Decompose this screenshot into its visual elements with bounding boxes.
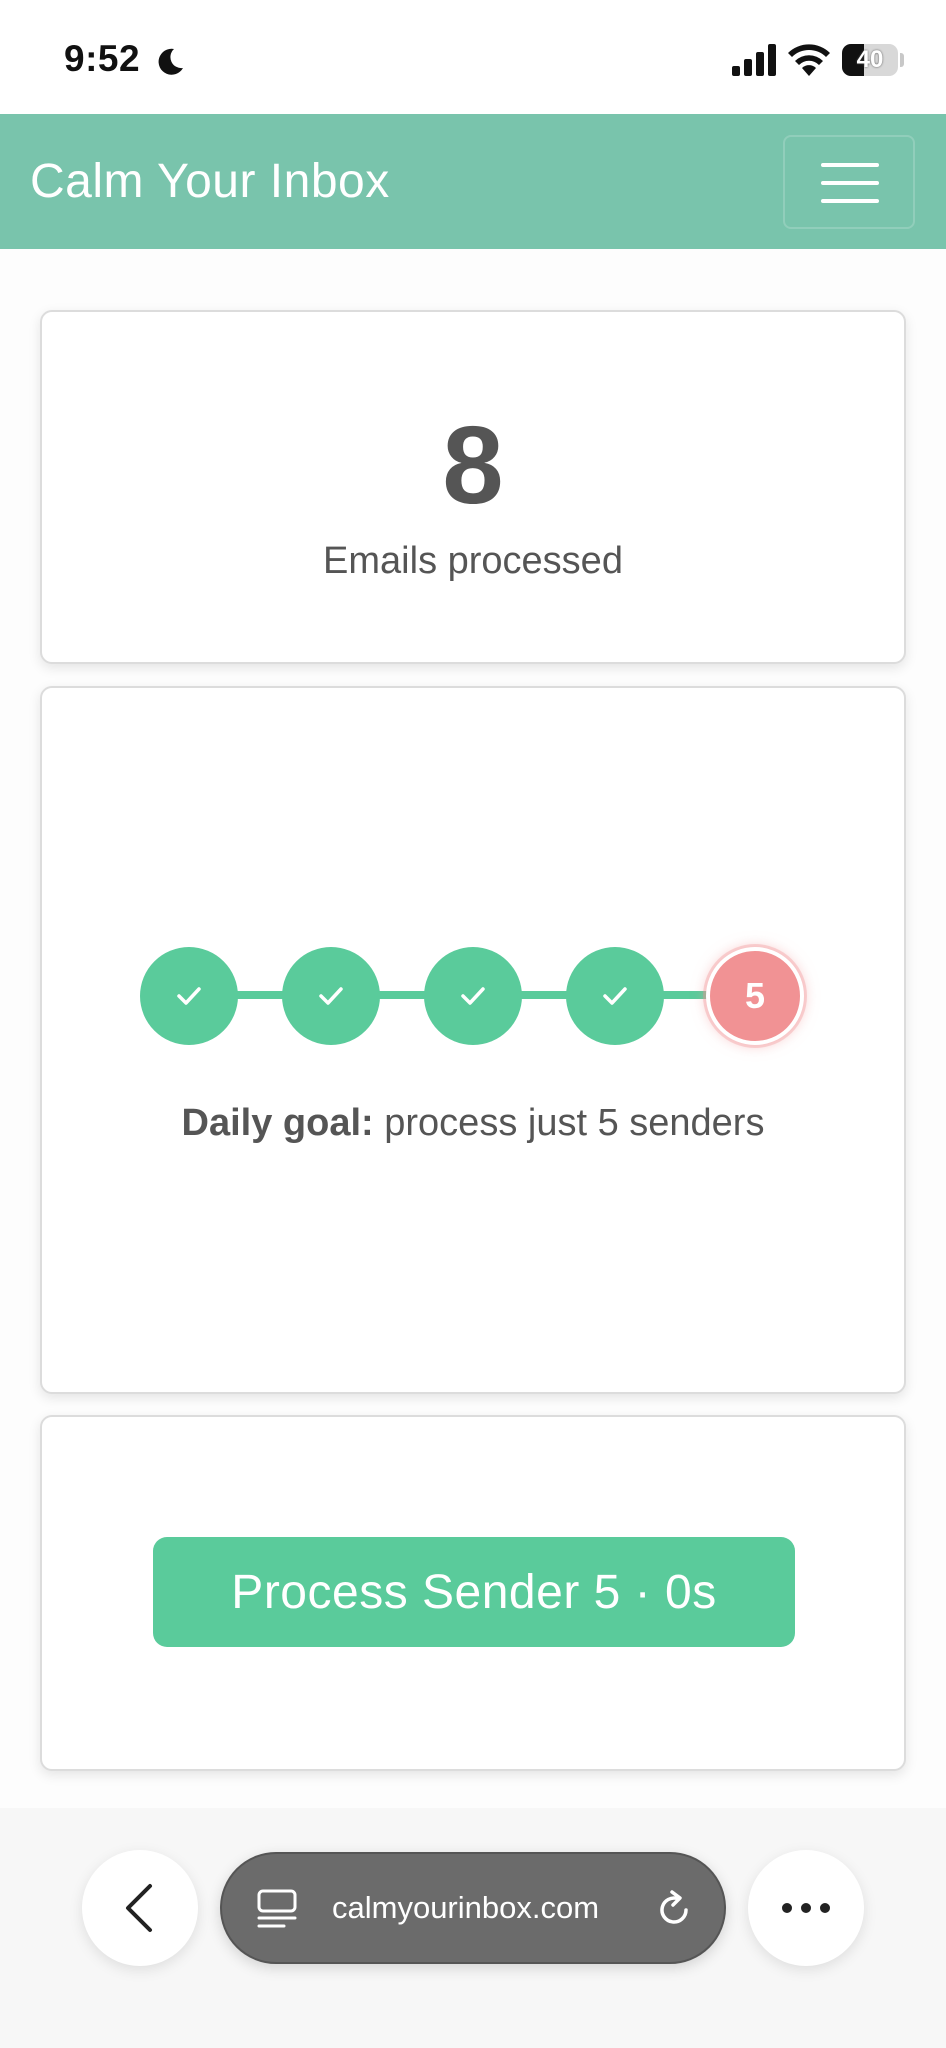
hamburger-icon: [821, 163, 879, 167]
status-time: 9:52: [64, 38, 141, 79]
checkmark-icon: [603, 987, 627, 1005]
reload-icon[interactable]: [652, 1888, 696, 1932]
battery-level: 40: [856, 46, 884, 73]
chevron-left-icon: [126, 1884, 152, 1932]
checkmark-icon: [461, 987, 485, 1005]
daily-goal-card: 5 Daily goal: process just 5 senders: [40, 686, 906, 1394]
checkmark-icon: [177, 987, 201, 1005]
battery-icon: 40: [842, 44, 898, 76]
emails-processed-count: 8: [442, 404, 504, 527]
moon-icon: [158, 48, 183, 75]
step-current: 5: [706, 947, 804, 1045]
brand-title[interactable]: Calm Your Inbox: [30, 154, 390, 209]
browser-toolbar: calmyourinbox.com: [0, 1808, 946, 2048]
step-complete-4: [566, 947, 664, 1045]
step-complete-3: [424, 947, 522, 1045]
cellular-signal-icon: [732, 44, 776, 76]
emails-processed-card: 8 Emails processed: [40, 310, 906, 664]
navbar: Calm Your Inbox: [0, 114, 946, 249]
url-text: calmyourinbox.com: [332, 1890, 600, 1925]
emails-processed-label: Emails processed: [323, 540, 623, 582]
address-bar[interactable]: calmyourinbox.com: [220, 1852, 726, 1964]
daily-goal-text: Daily goal: process just 5 senders: [42, 1102, 904, 1145]
hamburger-icon: [821, 181, 879, 185]
process-sender-card: Process Sender 5 · 0s: [40, 1415, 906, 1771]
page: 9:52 40 Calm Your Inbox 8 Emails process…: [0, 0, 946, 2048]
step-complete-1: [140, 947, 238, 1045]
battery-cap: [900, 53, 904, 67]
tabs-icon[interactable]: [256, 1888, 298, 1932]
checkmark-icon: [319, 987, 343, 1005]
back-button[interactable]: [82, 1850, 198, 1966]
process-sender-button[interactable]: Process Sender 5 · 0s: [153, 1537, 795, 1647]
menu-toggle-button[interactable]: [783, 135, 915, 229]
daily-goal-label: Daily goal:: [181, 1102, 374, 1144]
status-bar: 9:52 40: [0, 0, 946, 114]
goal-progress-steps: 5: [42, 946, 904, 1046]
step-complete-2: [282, 947, 380, 1045]
daily-goal-description: process just 5 senders: [373, 1102, 765, 1144]
wifi-icon: [788, 44, 830, 76]
more-options-button[interactable]: [748, 1850, 864, 1966]
hamburger-icon: [821, 199, 879, 203]
ellipsis-icon: [782, 1903, 830, 1913]
